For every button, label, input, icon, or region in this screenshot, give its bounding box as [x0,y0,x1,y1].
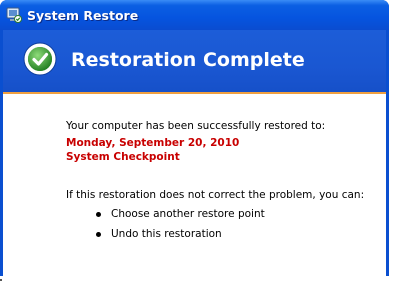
page-title: Restoration Complete [71,49,305,71]
restore-point-name: System Checkpoint [66,151,180,163]
option-undo-restoration[interactable]: Undo this restoration [111,228,222,240]
option-choose-another[interactable]: Choose another restore point [111,208,265,220]
followup-text: If this restoration does not correct the… [66,189,365,201]
restore-date: Monday, September 20, 2010 [66,137,240,149]
corner-mark [0,279,2,281]
intro-text: Your computer has been successfully rest… [66,120,326,132]
content-panel: Your computer has been successfully rest… [3,94,386,276]
bullet-icon [96,232,101,237]
page-header: Restoration Complete [3,30,386,92]
title-bar[interactable]: System Restore [0,0,389,30]
window-title: System Restore [27,8,139,23]
success-check-icon [23,42,57,76]
system-restore-window: System Restore Restoration Complete Your… [0,0,389,276]
system-restore-icon [6,7,22,23]
bullet-icon [96,212,101,217]
